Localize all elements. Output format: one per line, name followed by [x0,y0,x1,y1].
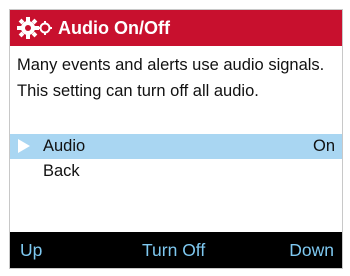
turn-off-softkey[interactable]: Turn Off [142,240,205,261]
menu-item-audio[interactable]: Audio On [10,134,342,159]
up-softkey[interactable]: Up [20,240,42,261]
menu-item-value: On [312,137,335,155]
menu-item-label: Back [43,162,80,180]
menu-item-back[interactable]: Back [10,159,342,184]
menu-item-label: Audio [43,137,86,155]
title-bar: Audio On/Off [10,10,342,46]
soft-key-bar: Up Turn Off Down [10,232,342,268]
device-screen: Audio On/Off Many events and alerts use … [9,9,343,269]
setting-description: Many events and alerts use audio signals… [17,56,325,100]
down-softkey[interactable]: Down [289,240,334,261]
selection-arrow-icon [18,139,30,153]
page-title: Audio On/Off [58,17,170,38]
settings-gears-icon [16,10,56,46]
menu-list: Audio On Back [10,134,342,184]
